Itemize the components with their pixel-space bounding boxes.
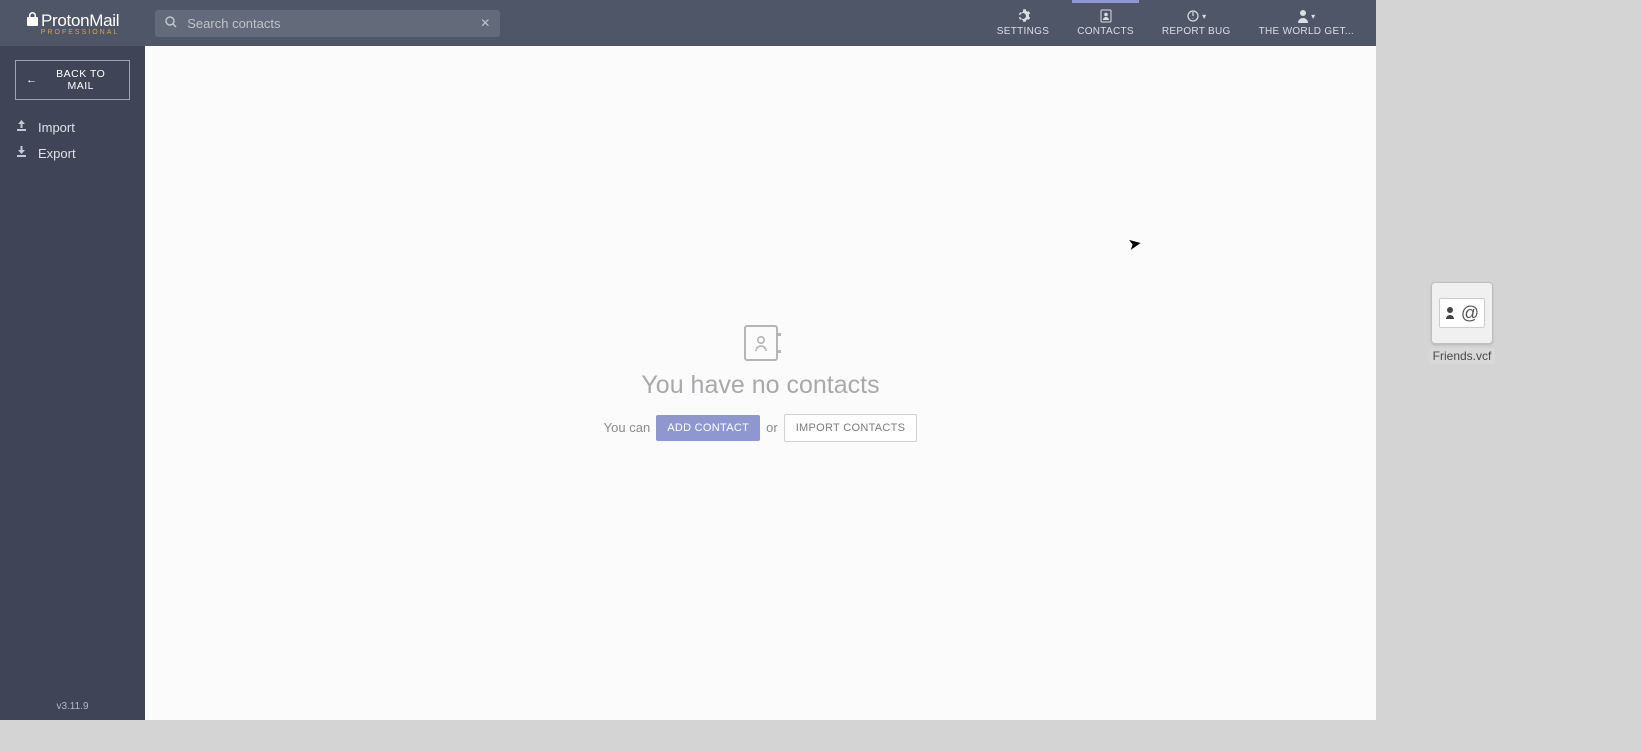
- sidebar-export-label: Export: [38, 146, 76, 161]
- search-container: ✕: [155, 10, 500, 37]
- version-label: v3.11.9: [0, 701, 145, 712]
- body-area: ← BACK TO MAIL Import Export v3.11.9: [0, 46, 1376, 720]
- import-contacts-button[interactable]: IMPORT CONTACTS: [784, 414, 918, 442]
- nav-contacts[interactable]: CONTACTS: [1063, 0, 1148, 46]
- nav-report-bug-label: REPORT BUG: [1162, 26, 1231, 37]
- bug-icon: ▾: [1186, 9, 1206, 23]
- sidebar-item-export[interactable]: Export: [0, 140, 145, 166]
- nav-account-label: THE WORLD GET...: [1259, 26, 1354, 37]
- nav-contacts-label: CONTACTS: [1077, 26, 1134, 37]
- empty-state-title: You have no contacts: [641, 371, 879, 400]
- vcf-file-icon: @: [1431, 282, 1493, 344]
- logo-text: ProtonMail: [27, 11, 119, 31]
- empty-prefix-text: You can: [604, 420, 651, 435]
- desktop-file-vcf[interactable]: @ Friends.vcf: [1428, 282, 1496, 364]
- user-icon: ▾: [1297, 9, 1315, 23]
- clear-search-icon[interactable]: ✕: [480, 16, 490, 30]
- nav-settings[interactable]: SETTINGS: [983, 0, 1063, 46]
- logo[interactable]: ProtonMail PROFESSIONAL: [0, 11, 119, 36]
- download-icon: [15, 145, 28, 161]
- at-symbol-icon: @: [1461, 303, 1479, 324]
- add-contact-button[interactable]: ADD CONTACT: [656, 415, 760, 441]
- back-label: BACK TO MAIL: [43, 68, 120, 92]
- main-content: You have no contacts You can ADD CONTACT…: [145, 46, 1376, 720]
- lock-icon: [27, 11, 38, 31]
- or-text: or: [766, 420, 778, 435]
- contacts-icon: [1099, 9, 1113, 23]
- sidebar: ← BACK TO MAIL Import Export v3.11.9: [0, 46, 145, 720]
- empty-actions-row: You can ADD CONTACT or IMPORT CONTACTS: [604, 414, 918, 442]
- protonmail-window: ProtonMail PROFESSIONAL ✕ SETTINGS: [0, 0, 1376, 720]
- upload-icon: [15, 119, 28, 135]
- search-input[interactable]: [187, 16, 480, 31]
- chevron-down-icon: ▾: [1202, 12, 1206, 21]
- gear-icon: [1016, 9, 1030, 23]
- nav-report-bug[interactable]: ▾ REPORT BUG: [1148, 0, 1245, 46]
- back-to-mail-button[interactable]: ← BACK TO MAIL: [15, 60, 130, 100]
- desktop-file-label: Friends.vcf: [1429, 348, 1496, 364]
- sidebar-item-import[interactable]: Import: [0, 114, 145, 140]
- chevron-down-icon: ▾: [1311, 12, 1315, 21]
- top-bar: ProtonMail PROFESSIONAL ✕ SETTINGS: [0, 0, 1376, 46]
- nav-settings-label: SETTINGS: [997, 26, 1049, 37]
- nav-account[interactable]: ▾ THE WORLD GET...: [1245, 0, 1368, 46]
- search-icon: [165, 16, 177, 31]
- logo-subtitle: PROFESSIONAL: [41, 29, 119, 36]
- arrow-left-icon: ←: [26, 74, 38, 86]
- sidebar-import-label: Import: [38, 120, 75, 135]
- contact-card-icon: [744, 325, 778, 361]
- top-nav: SETTINGS CONTACTS ▾ REPORT BUG ▾ THE WOR…: [983, 0, 1368, 46]
